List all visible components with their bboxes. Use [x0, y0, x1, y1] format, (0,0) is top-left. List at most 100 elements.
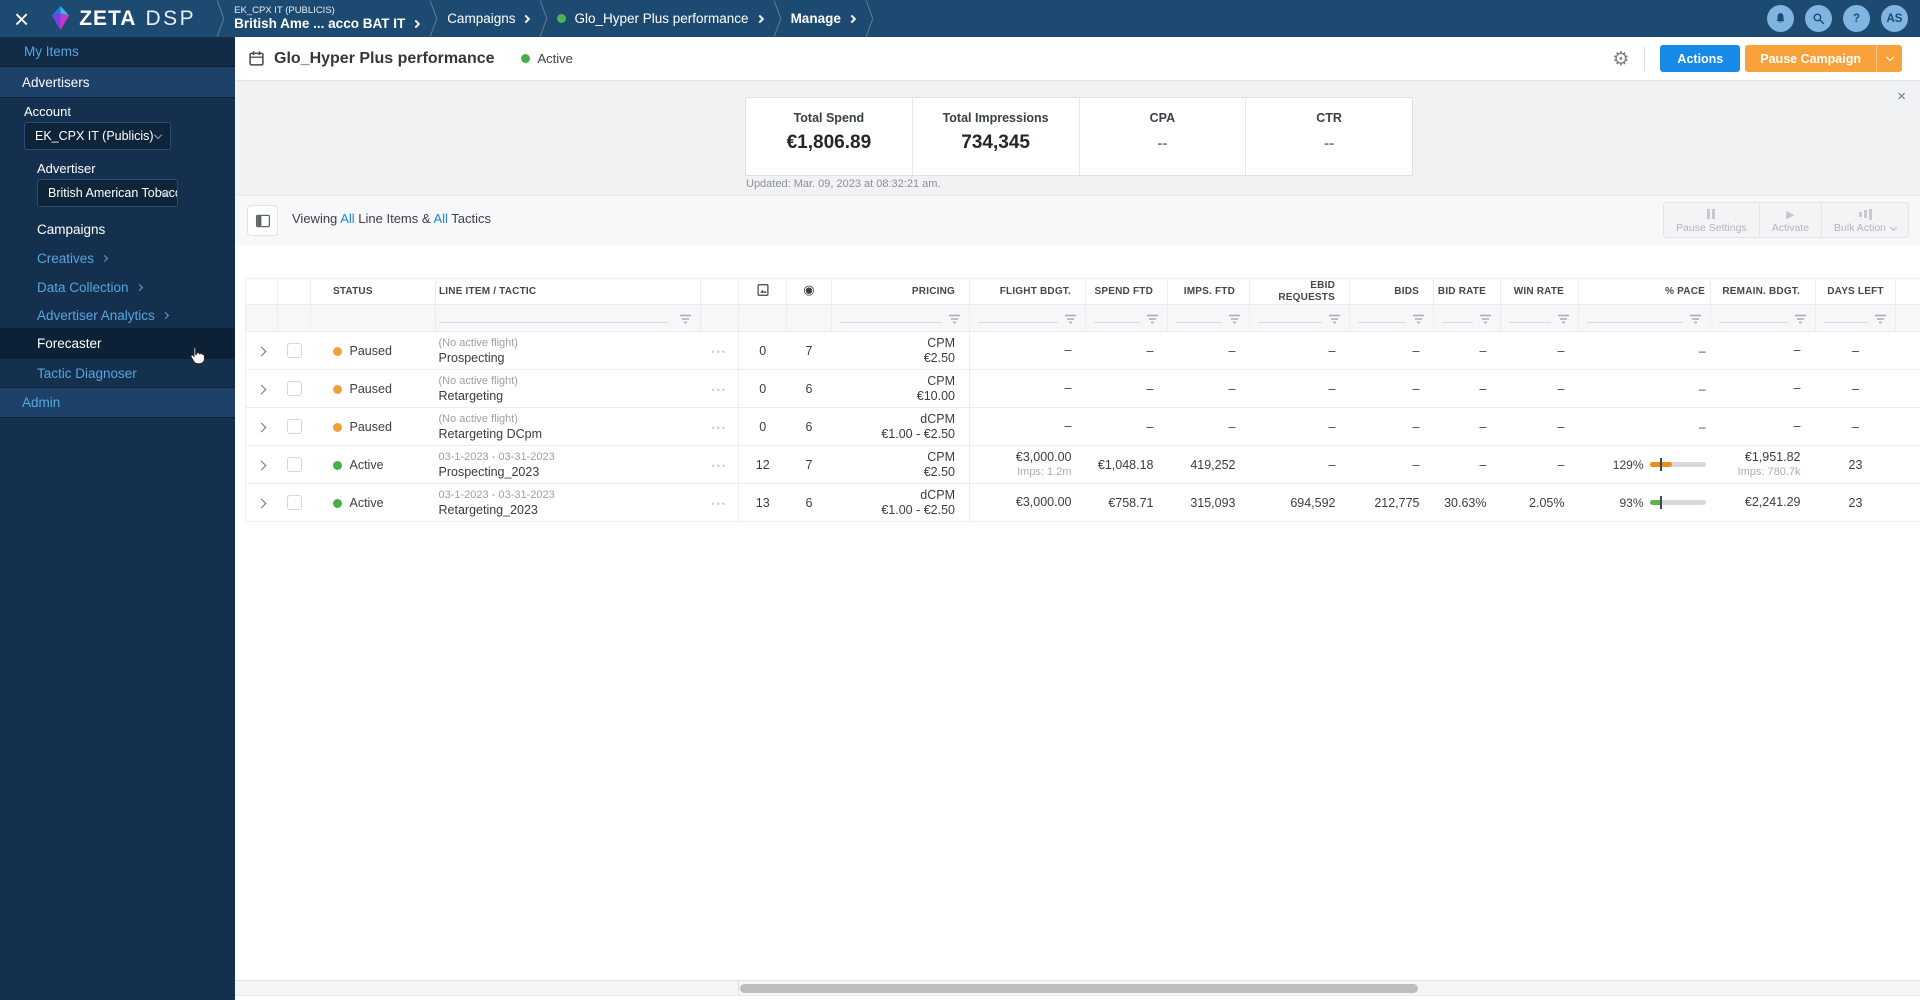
expand-row-icon[interactable]: [256, 384, 267, 394]
filter-input-win-rate[interactable]: [1500, 304, 1579, 332]
select-all-column[interactable]: [277, 278, 311, 305]
col-header-days-left[interactable]: DAYS LEFT: [1815, 278, 1896, 305]
pause-settings-button[interactable]: Pause Settings: [1664, 203, 1759, 237]
expand-all-column[interactable]: [245, 278, 278, 305]
col-header-line-item[interactable]: LINE ITEM / TACTIC: [435, 278, 701, 305]
expand-row-icon[interactable]: [256, 422, 267, 432]
breadcrumb: EK_CPX IT (PUBLICIS) British Ame ... acc…: [206, 0, 1767, 37]
sidebar-item-advertisers[interactable]: Advertisers: [0, 67, 235, 98]
zeta-logo-icon: [52, 6, 70, 30]
line-item-row[interactable]: Paused (No active flight) Prospecting ••…: [245, 331, 1920, 370]
expand-row-icon[interactable]: [256, 346, 267, 356]
col-header-ebid-requests[interactable]: EBID REQUESTS: [1249, 278, 1350, 305]
row-checkbox[interactable]: [286, 343, 302, 359]
filter-input-days-left[interactable]: [1815, 304, 1896, 332]
breadcrumb-advertiser[interactable]: EK_CPX IT (PUBLICIS) British Ame ... acc…: [234, 5, 421, 32]
line-item-name[interactable]: Retargeting DCpm: [439, 427, 701, 442]
expand-row-icon[interactable]: [256, 498, 267, 508]
pause-campaign-dropdown-button[interactable]: [1876, 45, 1902, 72]
line-items-filter-link[interactable]: All: [340, 211, 354, 226]
col-header-pricing[interactable]: PRICING: [831, 278, 970, 305]
sidebar-item-forecaster[interactable]: Forecaster: [37, 336, 102, 351]
col-header-bid-rate[interactable]: BID RATE: [1433, 278, 1501, 305]
filter-input-bid-rate[interactable]: [1433, 304, 1501, 332]
col-header-tactics[interactable]: ◉: [786, 278, 832, 305]
banner-close-icon[interactable]: ×: [1897, 89, 1906, 104]
sidebar-item-tactic-diagnoser[interactable]: Tactic Diagnoser: [37, 366, 137, 381]
row-checkbox[interactable]: [286, 381, 302, 397]
account-select[interactable]: EK_CPX IT (Publicis): [24, 122, 171, 150]
days-left-cell: 23: [1815, 483, 1896, 522]
row-checkbox[interactable]: [286, 457, 302, 473]
tactics-filter-link[interactable]: All: [433, 211, 447, 226]
bulk-action-icon: [1858, 208, 1872, 220]
col-header-win-rate[interactable]: WIN RATE: [1500, 278, 1579, 305]
col-header-spend-ftd[interactable]: SPEND FTD: [1085, 278, 1168, 305]
line-item-name[interactable]: Prospecting_2023: [439, 465, 701, 480]
filter-input-pricing[interactable]: [831, 304, 970, 332]
sidebar-item-admin[interactable]: Admin: [0, 387, 235, 418]
col-header-flight-bdgt[interactable]: FLIGHT BDGT.: [969, 278, 1086, 305]
sidebar-item-data-collection[interactable]: Data Collection: [37, 280, 143, 295]
row-menu-icon[interactable]: •••: [712, 385, 727, 395]
column-settings-button[interactable]: [247, 205, 278, 236]
breadcrumb-manage[interactable]: Manage: [791, 11, 857, 26]
filter-input-line-item[interactable]: [435, 304, 701, 332]
notifications-button[interactable]: [1767, 5, 1794, 32]
search-button[interactable]: [1805, 5, 1832, 32]
filter-input-spend-ftd[interactable]: [1085, 304, 1168, 332]
line-item-cell: 03-1-2023 - 03-31-2023 Prospecting_2023: [435, 445, 701, 484]
expand-row-icon[interactable]: [256, 460, 267, 470]
line-item-name[interactable]: Prospecting: [439, 351, 701, 366]
row-menu-icon[interactable]: •••: [712, 461, 727, 471]
days-left-cell: –: [1815, 331, 1896, 370]
row-checkbox[interactable]: [286, 419, 302, 435]
breadcrumb-campaigns[interactable]: Campaigns: [447, 11, 531, 26]
row-menu-icon[interactable]: •••: [712, 499, 727, 509]
col-header-pace[interactable]: % PACE: [1578, 278, 1711, 305]
line-item-row[interactable]: Paused (No active flight) Retargeting ••…: [245, 369, 1920, 408]
line-item-row[interactable]: Active 03-1-2023 - 03-31-2023 Prospectin…: [245, 445, 1920, 484]
sidebar-item-advertiser-analytics[interactable]: Advertiser Analytics: [37, 308, 169, 323]
sidebar-item-my-items[interactable]: My Items: [0, 37, 235, 67]
line-item-row[interactable]: Paused (No active flight) Retargeting DC…: [245, 407, 1920, 446]
flight-budget-value: €3,000.00: [1015, 495, 1072, 509]
filter-funnel-icon: [949, 314, 960, 324]
filter-input-pace[interactable]: [1578, 304, 1711, 332]
col-header-imps-ftd[interactable]: IMPS. FTD: [1167, 278, 1250, 305]
breadcrumb-campaign[interactable]: Glo_Hyper Plus performance: [557, 11, 764, 26]
sidebar-item-creatives[interactable]: Creatives: [37, 251, 109, 266]
bulk-action-button[interactable]: Bulk Action: [1821, 203, 1908, 237]
filter-input-imps-ftd[interactable]: [1167, 304, 1250, 332]
col-header-creatives[interactable]: [738, 278, 787, 305]
actions-button[interactable]: Actions: [1660, 45, 1741, 72]
close-nav-icon[interactable]: ×: [14, 4, 29, 34]
help-button[interactable]: ?: [1843, 5, 1870, 32]
row-checkbox[interactable]: [286, 495, 302, 511]
settings-gear-icon[interactable]: ⚙: [1612, 48, 1629, 70]
pause-campaign-button[interactable]: Pause Campaign: [1745, 45, 1876, 72]
advertiser-select[interactable]: British American Tobacco B...: [37, 179, 178, 207]
sidebar-item-campaigns[interactable]: Campaigns: [37, 222, 105, 237]
filter-input-ebid-requests[interactable]: [1249, 304, 1350, 332]
row-menu-icon[interactable]: •••: [712, 423, 727, 433]
col-header-status[interactable]: STATUS: [310, 278, 436, 305]
status-label: Paused: [349, 419, 392, 434]
filter-input-bids[interactable]: [1349, 304, 1434, 332]
filter-input-flight-bdgt[interactable]: [969, 304, 1086, 332]
col-header-bids[interactable]: BIDS: [1349, 278, 1434, 305]
horizontal-scrollbar-thumb[interactable]: [740, 984, 1418, 993]
horizontal-scrollbar[interactable]: [235, 980, 1920, 996]
line-item-name[interactable]: Retargeting: [439, 389, 701, 404]
bulk-buttons-group: Pause Settings ▶ Activate Bulk Action: [1663, 202, 1909, 238]
line-item-row[interactable]: Active 03-1-2023 - 03-31-2023 Retargetin…: [245, 483, 1920, 522]
stat-total-spend: Total Spend €1,806.89: [746, 98, 912, 175]
avatar[interactable]: AS: [1881, 5, 1908, 32]
activate-button[interactable]: ▶ Activate: [1758, 203, 1821, 237]
filter-input-remain-bdgt[interactable]: [1710, 304, 1816, 332]
zeta-dsp-logo[interactable]: ZETA DSP: [49, 5, 196, 32]
row-menu-icon[interactable]: •••: [712, 347, 727, 357]
col-header-remain-bdgt[interactable]: REMAIN. BDGT.: [1710, 278, 1816, 305]
line-item-name[interactable]: Retargeting_2023: [439, 503, 701, 518]
stat-total-impressions: Total Impressions 734,345: [911, 98, 1079, 175]
